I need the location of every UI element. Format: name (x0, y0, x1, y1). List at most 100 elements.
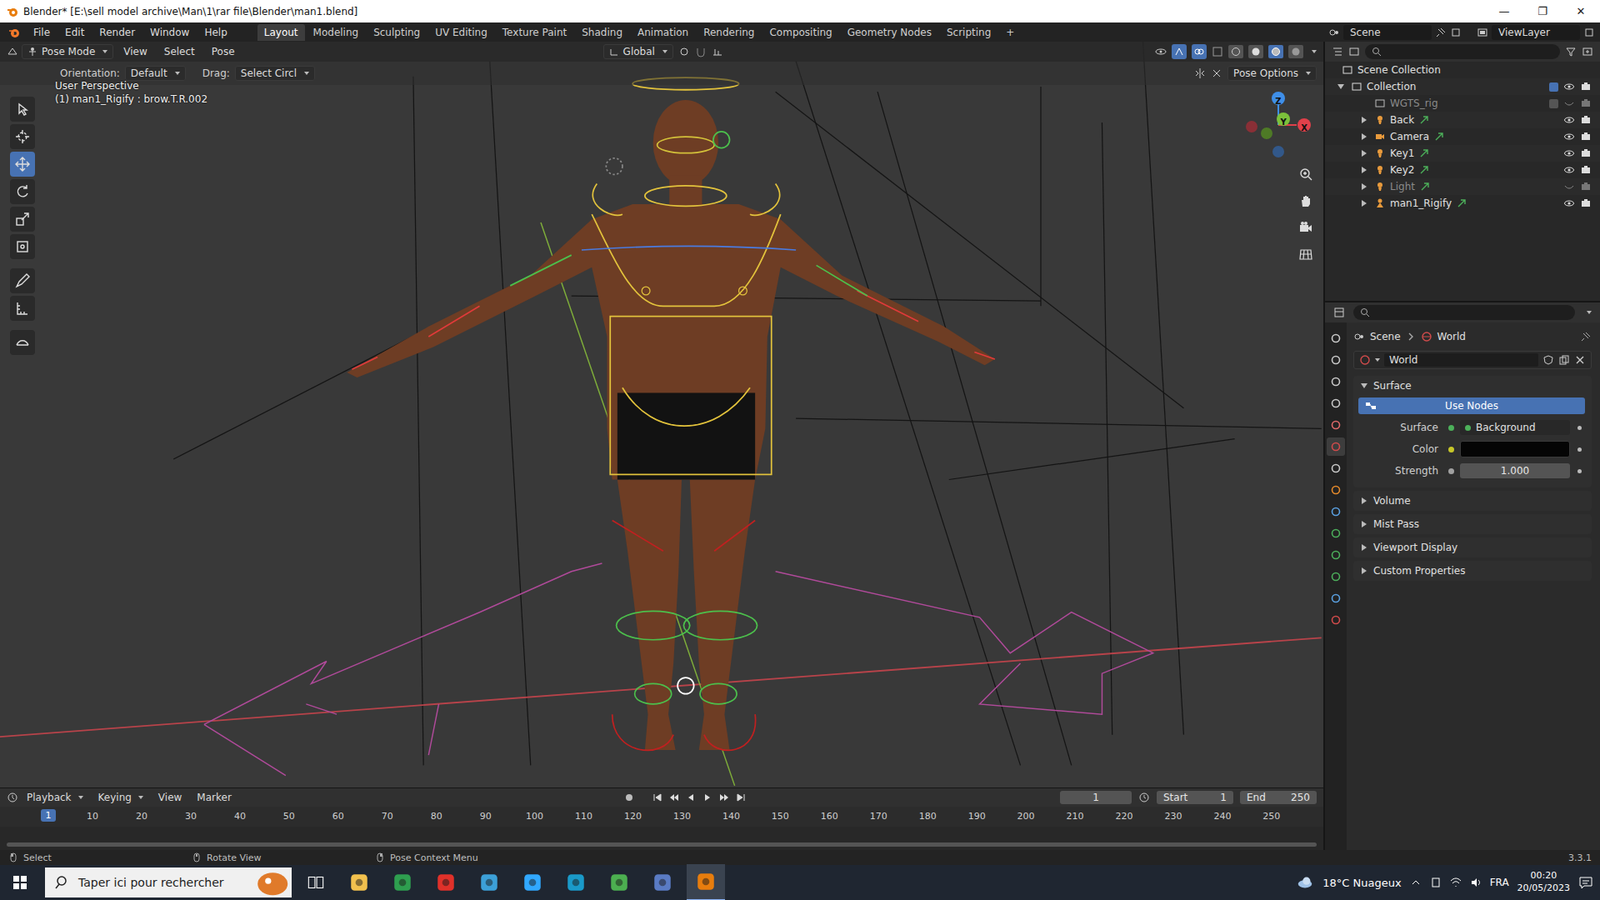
world-selector[interactable]: World (1353, 350, 1592, 370)
new-layer-icon[interactable] (1583, 26, 1595, 39)
socket-dot-icon[interactable] (1448, 468, 1455, 475)
menu-item[interactable]: File (26, 25, 57, 40)
timeline-track[interactable] (0, 826, 1324, 850)
workspace-tab[interactable]: Geometry Nodes (840, 24, 939, 41)
properties-tab[interactable] (1326, 567, 1345, 586)
object-data-icon[interactable] (1418, 147, 1430, 160)
jump-end-icon[interactable] (735, 791, 747, 804)
projection-grid-icon[interactable] (1298, 246, 1314, 262)
current-frame-field[interactable]: 1 (1060, 790, 1132, 805)
shading-mode-button[interactable] (1228, 45, 1244, 59)
mode-dropdown[interactable]: Pose Mode (21, 44, 114, 60)
strength-field[interactable]: 1.000 (1460, 463, 1570, 479)
properties-tab[interactable] (1326, 589, 1345, 608)
properties-tab[interactable] (1326, 394, 1345, 413)
outliner-editor-icon[interactable] (1331, 45, 1344, 58)
workspace-tab[interactable]: Modeling (306, 24, 366, 41)
scene-selector[interactable]: Scene (1343, 25, 1432, 40)
collapsed-panel[interactable]: Volume (1353, 490, 1592, 511)
render-camera-icon[interactable] (1580, 180, 1592, 193)
outliner-row[interactable]: Light (1325, 178, 1600, 195)
window-control[interactable]: ✕ (1561, 0, 1600, 23)
mirror-icon[interactable] (1194, 67, 1206, 80)
menu-item[interactable]: Render (92, 25, 142, 40)
tool-button[interactable] (10, 268, 35, 294)
clock[interactable]: 00:2020/05/2023 (1517, 870, 1570, 895)
timeline-menu[interactable]: View (151, 790, 189, 805)
workspace-tab[interactable]: Animation (630, 24, 695, 41)
shading-options-caret[interactable] (1311, 50, 1317, 54)
expand-arrow-icon[interactable] (1361, 150, 1367, 157)
camera-view-icon[interactable] (1298, 220, 1314, 235)
volume-icon[interactable] (1470, 876, 1482, 889)
display-mode-icon[interactable] (1348, 45, 1360, 58)
shading-mode-button[interactable] (1288, 45, 1304, 59)
object-data-icon[interactable] (1455, 197, 1468, 210)
collapsed-panel[interactable]: Mist Pass (1353, 514, 1592, 535)
object-data-icon[interactable] (1418, 164, 1430, 176)
outliner-row[interactable]: Key1 (1325, 145, 1600, 162)
taskbar-app-icon[interactable] (513, 865, 552, 900)
view-layer-icon[interactable] (1476, 26, 1489, 39)
workspace-tab[interactable]: Rendering (696, 24, 761, 41)
taskbar-app-icon[interactable] (556, 865, 595, 900)
expand-arrow-icon[interactable] (1361, 183, 1367, 190)
eye-icon[interactable] (1563, 130, 1575, 143)
workspace-tab[interactable]: UV Editing (428, 24, 495, 41)
render-camera-icon[interactable] (1580, 147, 1592, 160)
properties-tab[interactable] (1326, 524, 1345, 543)
scene-canvas[interactable]: ZYX (0, 41, 1324, 788)
properties-tab[interactable] (1326, 610, 1345, 630)
add-workspace-button[interactable]: + (999, 24, 1021, 41)
playhead[interactable]: 1 (40, 809, 56, 822)
editor-type-icon[interactable] (6, 45, 19, 58)
taskbar-app-icon[interactable] (383, 865, 422, 900)
scene-icon[interactable] (1328, 26, 1340, 39)
render-camera-icon[interactable] (1580, 114, 1592, 126)
eye-icon[interactable] (1563, 147, 1575, 160)
input-language[interactable]: FRA (1490, 876, 1510, 889)
drag-dropdown[interactable]: Select Circl (235, 65, 315, 81)
taskbar-app-icon[interactable] (686, 864, 725, 900)
weather-label[interactable]: 18°C Nuageux (1322, 876, 1401, 890)
start-frame-field[interactable]: Start1 (1156, 790, 1234, 805)
taskbar-app-icon[interactable] (600, 865, 639, 900)
properties-tab[interactable] (1326, 329, 1345, 348)
play-reverse-icon[interactable] (685, 791, 697, 804)
new-collection-icon[interactable] (1581, 45, 1594, 58)
xray-icon[interactable] (1211, 45, 1224, 58)
workspace-tab[interactable]: Shading (575, 24, 630, 41)
preview-range-clock-icon[interactable] (1138, 791, 1150, 804)
pin-icon[interactable] (1435, 26, 1447, 39)
surface-node-field[interactable]: Background (1460, 420, 1570, 435)
properties-tab[interactable] (1326, 502, 1345, 521)
timeline-scrollbar[interactable] (6, 842, 1317, 847)
pose-options-dropdown[interactable]: Pose Options (1227, 65, 1317, 81)
properties-tab[interactable] (1326, 459, 1345, 478)
tool-button[interactable] (10, 234, 35, 260)
object-data-icon[interactable] (1433, 130, 1445, 143)
render-camera-icon[interactable] (1580, 97, 1592, 110)
menu-item[interactable]: Edit (58, 25, 91, 40)
collapsed-panel[interactable]: Custom Properties (1353, 560, 1592, 581)
object-data-icon[interactable] (1419, 180, 1431, 193)
outliner-row[interactable]: Back (1325, 111, 1600, 129)
render-camera-icon[interactable] (1580, 130, 1592, 143)
record-icon[interactable] (623, 791, 635, 804)
render-camera-icon[interactable] (1580, 164, 1592, 176)
fake-user-icon[interactable] (1542, 354, 1555, 366)
unlink-x-icon[interactable] (1574, 354, 1586, 366)
new-scene-icon[interactable] (1450, 26, 1462, 39)
overlay-toggle-icon[interactable] (1191, 44, 1207, 60)
gizmo-toggle-icon[interactable] (1171, 44, 1187, 60)
pan-hand-icon[interactable] (1298, 193, 1314, 209)
eye-closed-icon[interactable] (1563, 97, 1575, 110)
blender-menu-icon[interactable] (8, 26, 20, 39)
frame-ruler[interactable]: 1102030405060708090100110120130140150160… (0, 806, 1324, 827)
jump-start-icon[interactable] (651, 791, 664, 804)
end-frame-field[interactable]: End250 (1240, 790, 1317, 805)
workspace-tab[interactable]: Scripting (940, 24, 998, 41)
expand-arrow-icon[interactable] (1361, 200, 1367, 207)
transform-orientation-dropdown[interactable]: Global (603, 44, 674, 60)
outliner-row[interactable]: man1_Rigify (1325, 195, 1600, 212)
